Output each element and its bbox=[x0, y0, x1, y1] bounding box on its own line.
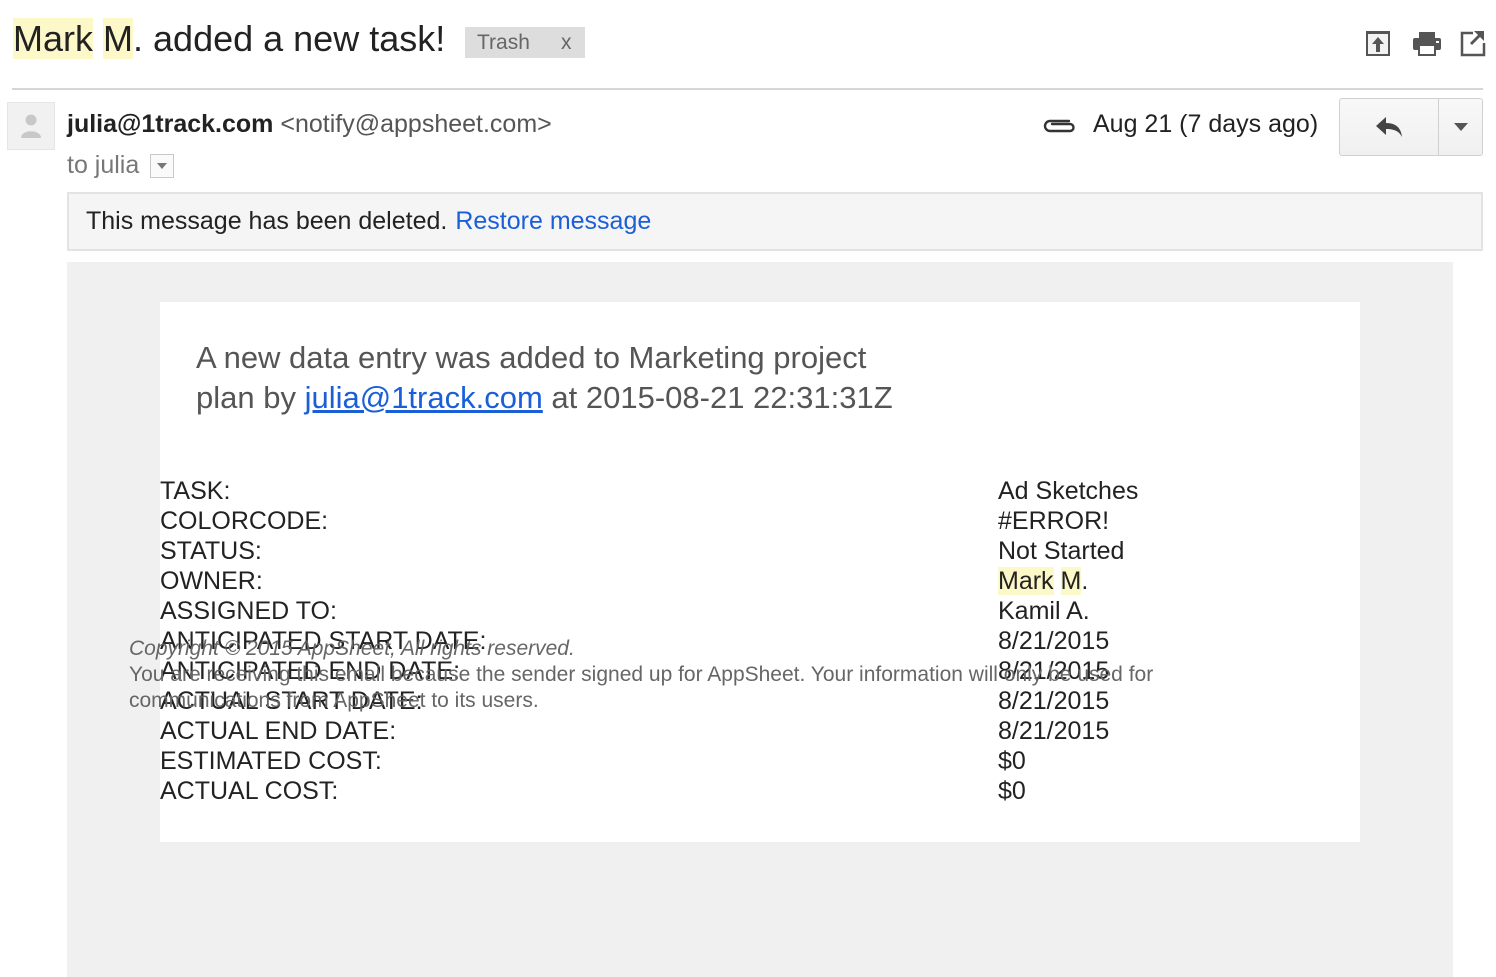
field-row-colorcode: COLORCODE: #ERROR! bbox=[160, 506, 1360, 536]
field-value: Mark M. bbox=[998, 566, 1088, 596]
owner-highlight-first: Mark bbox=[998, 567, 1054, 595]
footer-notice: You are receiving this email because the… bbox=[129, 663, 1154, 712]
field-value: Kamil A. bbox=[998, 597, 1090, 625]
reply-icon bbox=[1376, 117, 1402, 137]
field-row-estimated-cost: ESTIMATED COST: $0 bbox=[160, 746, 1360, 776]
subject-highlight-first: Mark bbox=[13, 18, 93, 59]
trash-label-chip[interactable]: Trash x bbox=[465, 27, 585, 58]
chevron-down-icon bbox=[1453, 123, 1468, 131]
sender-name[interactable]: julia@1track.com bbox=[67, 110, 273, 138]
field-value: $0 bbox=[998, 747, 1026, 775]
field-row-owner: OWNER: Mark M. bbox=[160, 566, 1360, 596]
email-body: A new data entry was added to Marketing … bbox=[67, 262, 1453, 977]
field-row-actual-end: ACTUAL END DATE: 8/21/2015 bbox=[160, 716, 1360, 746]
deleted-notice-text: This message has been deleted. bbox=[86, 207, 448, 235]
field-value: #ERROR! bbox=[998, 507, 1110, 535]
email-subject: Mark M. added a new task! bbox=[13, 18, 445, 60]
intro-email-link[interactable]: julia@1track.com bbox=[305, 380, 543, 415]
restore-message-link[interactable]: Restore message bbox=[455, 207, 651, 236]
field-label: ACTUAL COST: bbox=[160, 777, 339, 805]
owner-highlight-initial: M bbox=[1060, 567, 1082, 595]
email-footer: Copyright © 2015 AppSheet, All rights re… bbox=[129, 636, 1249, 714]
archive-up-icon[interactable] bbox=[1364, 28, 1392, 58]
subject-highlight-initial: M bbox=[103, 18, 134, 59]
chevron-down-icon bbox=[157, 162, 168, 169]
field-label: STATUS: bbox=[160, 537, 262, 565]
field-label: TASK: bbox=[160, 477, 231, 505]
intro-after: at 2015-08-21 22:31:31Z bbox=[542, 380, 893, 415]
field-value: 8/21/2015 bbox=[998, 717, 1110, 745]
header-divider bbox=[12, 88, 1483, 90]
field-label: OWNER: bbox=[160, 567, 263, 595]
remove-label-button[interactable]: x bbox=[561, 31, 572, 55]
subject-row: Mark M. added a new task! Trash x bbox=[0, 0, 1496, 90]
field-value: $0 bbox=[998, 777, 1026, 805]
field-value: Ad Sketches bbox=[998, 477, 1139, 505]
copyright-text: Copyright © 2015 AppSheet, All rights re… bbox=[129, 637, 575, 660]
recipient-line: to julia bbox=[67, 151, 175, 180]
avatar bbox=[7, 102, 55, 150]
field-label: COLORCODE: bbox=[160, 507, 329, 535]
recipient-text: to julia bbox=[67, 151, 140, 179]
field-row-task: TASK: Ad Sketches bbox=[160, 476, 1360, 506]
field-label: ACTUAL END DATE: bbox=[160, 717, 397, 745]
intro-text: A new data entry was added to Marketing … bbox=[196, 338, 916, 418]
more-actions-button[interactable] bbox=[1439, 99, 1482, 155]
deleted-notice-bar: This message has been deleted. Restore m… bbox=[67, 192, 1483, 251]
trash-label-text: Trash bbox=[477, 30, 530, 54]
reply-button[interactable] bbox=[1340, 99, 1439, 155]
message-date: Aug 21 (7 days ago) bbox=[1093, 110, 1319, 138]
field-row-actual-cost: ACTUAL COST: $0 bbox=[160, 776, 1360, 806]
person-icon bbox=[21, 114, 41, 138]
reply-button-group bbox=[1339, 98, 1483, 156]
sender-line: julia@1track.com <notify@appsheet.com> bbox=[67, 110, 552, 139]
print-icon[interactable] bbox=[1411, 28, 1443, 58]
field-label: ESTIMATED COST: bbox=[160, 747, 382, 775]
owner-rest: . bbox=[1081, 567, 1089, 595]
field-row-assigned-to: ASSIGNED TO: Kamil A. bbox=[160, 596, 1360, 626]
open-in-new-window-icon[interactable] bbox=[1460, 28, 1486, 58]
paperclip-icon bbox=[1041, 112, 1077, 140]
field-value: Not Started bbox=[998, 537, 1125, 565]
field-label: ASSIGNED TO: bbox=[160, 597, 337, 625]
content-card: A new data entry was added to Marketing … bbox=[160, 302, 1360, 842]
field-row-status: STATUS: Not Started bbox=[160, 536, 1360, 566]
subject-rest: . added a new task! bbox=[133, 18, 446, 59]
sender-address: <notify@appsheet.com> bbox=[280, 110, 552, 138]
show-details-dropdown[interactable] bbox=[150, 153, 175, 178]
